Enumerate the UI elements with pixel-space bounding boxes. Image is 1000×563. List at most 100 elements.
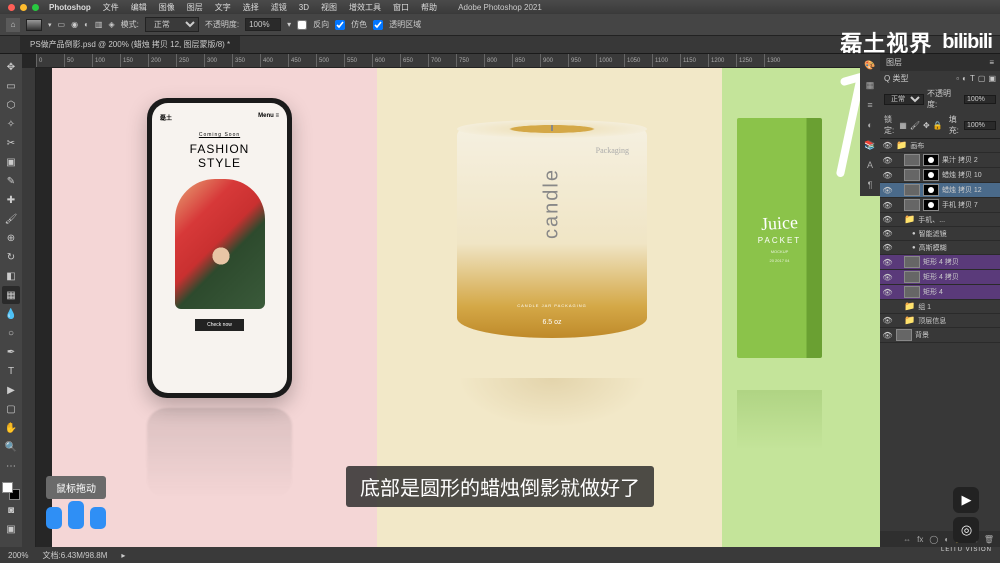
hand-tool[interactable]: ✋ [2,419,20,437]
gradient-preview[interactable] [26,19,42,31]
visibility-toggle[interactable]: 👁 [882,155,893,166]
horizontal-ruler[interactable]: 0501001502002503003504004505005506006507… [36,54,880,68]
visibility-toggle[interactable]: 👁 [882,272,893,283]
layer-row[interactable]: 👁蜡烛 拷贝 10 [880,168,1000,183]
layer-name[interactable]: 蜡烛 拷贝 10 [942,170,998,180]
visibility-toggle[interactable]: 👁 [882,185,893,196]
layer-row[interactable]: 👁📁画布 [880,139,1000,153]
heal-tool[interactable]: ✚ [2,191,20,209]
screenmode-toggle[interactable]: ▣ [2,520,20,538]
document-tab[interactable]: PS做产品倒影.psd @ 200% (蜡烛 拷贝 12, 图层蒙版/8) * [20,36,240,53]
pen-tool[interactable]: ✒ [2,343,20,361]
layers-panel-tab[interactable]: 图层 [886,57,902,68]
layer-blend-select[interactable]: 正常 [884,94,924,105]
visibility-toggle[interactable]: 👁 [882,214,893,225]
visibility-toggle[interactable]: 👁 [882,140,893,151]
gradient-type-angle[interactable]: ◐ [84,20,89,29]
gradient-type-linear[interactable]: ▭ [58,20,66,29]
color-swatches[interactable] [2,482,20,500]
move-tool[interactable]: ✥ [2,58,20,76]
dodge-tool[interactable]: ○ [2,324,20,342]
libraries-panel-icon[interactable]: 📚 [863,138,877,152]
layer-name[interactable]: 组 1 [918,302,998,312]
blur-tool[interactable]: 💧 [2,305,20,323]
layer-menu[interactable]: 图层 [187,2,203,13]
edit-toolbar[interactable]: ⋯ [2,457,20,475]
lasso-tool[interactable]: ⬡ [2,96,20,114]
layer-row[interactable]: 👁矩形 4 [880,285,1000,300]
layer-row[interactable]: 👁●智能滤镜 [880,227,1000,241]
visibility-toggle[interactable]: 👁 [882,315,893,326]
layer-row[interactable]: 👁●高斯模糊 [880,241,1000,255]
layer-opacity-input[interactable] [964,95,996,104]
type-menu[interactable]: 文字 [215,2,231,13]
marquee-tool[interactable]: ▭ [2,77,20,95]
plugins-menu[interactable]: 增效工具 [349,2,381,13]
brush-tool[interactable]: 🖌 [2,210,20,228]
filter-adjust-icon[interactable]: ◐ [962,74,967,83]
filter-shape-icon[interactable]: ▢ [978,74,986,83]
layer-name[interactable]: 手机、... [918,215,998,225]
character-panel-icon[interactable]: A [863,158,877,172]
quickmask-toggle[interactable]: ◙ [2,501,20,519]
layer-name[interactable]: 手机 拷贝 7 [942,200,998,210]
frame-tool[interactable]: ▣ [2,153,20,171]
edit-menu[interactable]: 编辑 [131,2,147,13]
layer-name[interactable]: 智能滤镜 [919,229,998,239]
layer-thumbnail[interactable] [904,286,920,298]
layer-name[interactable]: 矩形 4 [923,287,998,297]
3d-menu[interactable]: 3D [299,3,309,12]
path-select-tool[interactable]: ▶ [2,381,20,399]
transparency-checkbox[interactable] [373,20,383,30]
adjustments-panel-icon[interactable]: ◐ [863,118,877,132]
wand-tool[interactable]: ✧ [2,115,20,133]
layer-row[interactable]: 👁 矩形 4 拷贝 [880,255,1000,270]
panel-menu-icon[interactable]: ≡ [989,58,994,67]
link-layers-icon[interactable]: ⇔ [903,535,911,544]
visibility-toggle[interactable]: 👁 [882,330,893,341]
eyedropper-tool[interactable]: ✎ [2,172,20,190]
opacity-input[interactable] [245,18,281,31]
gradient-type-diamond[interactable]: ◈ [108,20,114,29]
layer-name[interactable]: 高斯模糊 [919,243,998,253]
minimize-window-icon[interactable] [20,4,27,11]
layer-row[interactable]: 👁蜡烛 拷贝 12 [880,183,1000,198]
paragraph-panel-icon[interactable]: ¶ [863,178,877,192]
layer-row[interactable]: 👁手机 拷贝 7 [880,198,1000,213]
visibility-toggle[interactable]: 👁 [882,242,893,253]
fill-input[interactable] [964,121,996,130]
color-panel-icon[interactable]: 🎨 [863,58,877,72]
layer-row[interactable]: 📁组 1 [880,300,1000,314]
blend-mode-select[interactable]: 正常 [145,17,199,32]
swatches-panel-icon[interactable]: ▦ [863,78,877,92]
dither-checkbox[interactable] [335,20,345,30]
vertical-ruler[interactable] [22,68,36,547]
layer-thumbnail[interactable] [904,154,920,166]
file-menu[interactable]: 文件 [103,2,119,13]
mask-thumbnail[interactable] [923,199,939,211]
window-menu[interactable]: 窗口 [393,2,409,13]
layer-row[interactable]: 👁📁手机、... [880,213,1000,227]
layer-thumbnail[interactable] [904,199,920,211]
visibility-toggle[interactable]: 👁 [882,257,893,268]
window-controls[interactable] [8,4,39,11]
layers-list[interactable]: 👁📁画布👁果汁 拷贝 2👁蜡烛 拷贝 10👁蜡烛 拷贝 12👁手机 拷贝 7👁📁… [880,139,1000,531]
layer-name[interactable]: 矩形 4 拷贝 [923,272,998,282]
filter-menu[interactable]: 滤镜 [271,2,287,13]
filter-image-icon[interactable]: ▫ [956,74,959,83]
foreground-color-swatch[interactable] [2,482,13,493]
visibility-toggle[interactable]: 👁 [882,228,893,239]
filter-type-icon[interactable]: T [970,74,975,83]
mask-thumbnail[interactable] [923,184,939,196]
reverse-checkbox[interactable] [297,20,307,30]
layer-row[interactable]: 👁📁顶层信息 [880,314,1000,328]
app-menu[interactable]: Photoshop [49,3,91,12]
home-icon[interactable]: ⌂ [6,18,20,32]
lock-all-icon[interactable]: 🔒 [933,121,943,130]
layer-name[interactable]: 矩形 4 拷贝 [923,257,998,267]
doc-info[interactable]: 文档:6.43M/98.8M [42,550,107,561]
layer-row[interactable]: 👁背景 [880,328,1000,343]
close-window-icon[interactable] [8,4,15,11]
gradient-type-reflected[interactable]: ▥ [95,20,103,29]
gradient-type-radial[interactable]: ◉ [71,20,78,29]
